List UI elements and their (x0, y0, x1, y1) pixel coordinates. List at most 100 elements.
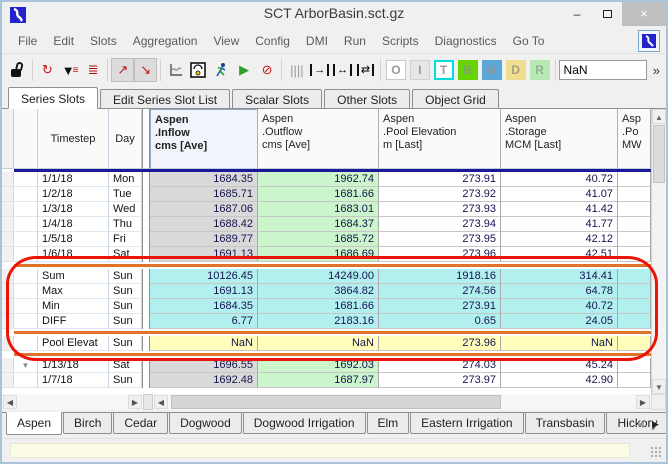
value-cell-inflow[interactable]: 1691.13 (150, 284, 258, 299)
timestep-cell[interactable]: Min (38, 299, 109, 314)
object-tab-cedar[interactable]: Cedar (113, 413, 168, 434)
menu-diagnostics[interactable]: Diagnostics (427, 30, 505, 52)
value-cell-pool[interactable]: 273.97 (379, 373, 501, 388)
day-cell[interactable]: Sun (109, 314, 142, 329)
value-cell-storage[interactable]: NaN (501, 336, 618, 351)
timestep-cell[interactable]: 1/4/18 (38, 217, 109, 232)
tab-edit-series-slot-list[interactable]: Edit Series Slot List (100, 89, 230, 108)
value-cell-outflow[interactable]: 1962.74 (258, 172, 379, 187)
day-cell[interactable]: Sun (109, 269, 142, 284)
object-tab-eastern-irrigation[interactable]: Eastern Irrigation (410, 413, 523, 434)
horizontal-scroll-thumb[interactable] (171, 395, 501, 409)
value-cell-outflow[interactable]: 1681.66 (258, 299, 379, 314)
timestep-cell[interactable]: Pool Elevat (38, 336, 109, 351)
flag-b-button[interactable]: B (458, 60, 478, 80)
value-cell-inflow[interactable]: 1684.35 (150, 172, 258, 187)
timestep-cell[interactable]: Max (38, 284, 109, 299)
value-cell-pool[interactable]: 1918.16 (379, 269, 501, 284)
value-cell-outflow[interactable]: 1684.37 (258, 217, 379, 232)
pane-splitter-handle[interactable] (143, 394, 153, 410)
column-header-storage[interactable]: Aspen.StorageMCM [Last] (501, 109, 618, 169)
value-cell-power[interactable] (618, 314, 651, 329)
column-header-inflow[interactable]: Aspen.Inflowcms [Ave] (150, 109, 258, 169)
value-cell-pool[interactable]: 273.95 (379, 232, 501, 247)
cycle-arrows-icon[interactable]: ↻ (36, 58, 59, 82)
menu-run[interactable]: Run (336, 30, 374, 52)
status-message-field[interactable] (10, 443, 630, 458)
value-cell-inflow[interactable]: NaN (150, 336, 258, 351)
value-cell-outflow[interactable]: 1681.66 (258, 187, 379, 202)
value-cell-power[interactable] (618, 187, 651, 202)
value-cell-outflow[interactable]: 1687.97 (258, 373, 379, 388)
day-cell[interactable]: Thu (109, 217, 142, 232)
value-cell-outflow[interactable]: 1685.72 (258, 232, 379, 247)
tab-other-slots[interactable]: Other Slots (324, 89, 410, 108)
stretch-columns-icon[interactable]: ⇄ (354, 58, 377, 82)
value-cell-storage[interactable]: 42.12 (501, 232, 618, 247)
titlebar[interactable]: SCT ArborBasin.sct.gz – × (2, 2, 666, 28)
value-cell-pool[interactable]: 273.94 (379, 217, 501, 232)
flag-r-button[interactable]: R (530, 60, 550, 80)
day-cell[interactable]: Sun (109, 284, 142, 299)
tabs-scroll-left-icon[interactable]: ◀ (633, 416, 648, 433)
value-cell-storage[interactable]: 40.72 (501, 172, 618, 187)
collapse-cell-icon[interactable]: ↘ (134, 58, 157, 82)
value-cell-power[interactable] (618, 299, 651, 314)
scroll-down-icon[interactable]: ▼ (652, 379, 666, 394)
object-tab-dogwood-irrigation[interactable]: Dogwood Irrigation (243, 413, 366, 434)
value-cell-power[interactable] (618, 269, 651, 284)
column-lines-icon[interactable]: |||| (285, 58, 308, 82)
value-cell-inflow[interactable]: 1688.42 (150, 217, 258, 232)
day-cell[interactable]: Wed (109, 202, 142, 217)
plot-icon[interactable] (164, 58, 187, 82)
value-cell-outflow[interactable]: 3864.82 (258, 284, 379, 299)
menu-edit[interactable]: Edit (45, 30, 82, 52)
value-cell-pool[interactable]: 273.92 (379, 187, 501, 202)
resize-grip[interactable] (650, 446, 661, 457)
value-cell-inflow[interactable]: 1687.06 (150, 202, 258, 217)
timestep-cell[interactable]: 1/5/18 (38, 232, 109, 247)
value-cell-pool[interactable]: 273.96 (379, 247, 501, 262)
value-cell-power[interactable] (618, 247, 651, 262)
vertical-scroll-thumb[interactable] (653, 125, 665, 183)
object-tab-transbasin[interactable]: Transbasin (525, 413, 606, 434)
value-cell-power[interactable] (618, 232, 651, 247)
value-cell-storage[interactable]: 45.24 (501, 358, 618, 373)
value-cell-power[interactable] (618, 373, 651, 388)
value-cell-power[interactable] (618, 217, 651, 232)
value-cell-inflow[interactable]: 1692.48 (150, 373, 258, 388)
day-cell[interactable]: Sat (109, 358, 142, 373)
day-cell[interactable]: Sun (109, 373, 142, 388)
timestep-cell[interactable]: 1/7/18 (38, 373, 109, 388)
scroll-right-icon[interactable]: ▶ (636, 395, 650, 409)
tab-object-grid[interactable]: Object Grid (412, 89, 499, 108)
value-cell-pool[interactable]: 273.91 (379, 299, 501, 314)
day-cell[interactable]: Fri (109, 232, 142, 247)
object-tab-birch[interactable]: Birch (63, 413, 112, 434)
expand-cell-icon[interactable]: ↗ (111, 58, 134, 82)
timestep-cell[interactable]: 1/1/18 (38, 172, 109, 187)
menu-dmi[interactable]: DMI (298, 30, 336, 52)
value-cell-outflow[interactable]: 2183.16 (258, 314, 379, 329)
lock-icon[interactable] (6, 58, 29, 82)
filter-rows-icon[interactable]: ▼≡ (59, 58, 82, 82)
value-cell-power[interactable] (618, 284, 651, 299)
value-cell-outflow[interactable]: 1683.01 (258, 202, 379, 217)
value-cell-power[interactable] (618, 358, 651, 373)
menu-scripts[interactable]: Scripts (374, 30, 427, 52)
menu-view[interactable]: View (205, 30, 247, 52)
value-cell-pool[interactable]: 273.93 (379, 202, 501, 217)
tab-scalar-slots[interactable]: Scalar Slots (232, 89, 322, 108)
value-cell-inflow[interactable]: 1691.13 (150, 247, 258, 262)
timestep-cell[interactable]: 1/3/18 (38, 202, 109, 217)
value-cell-storage[interactable]: 41.77 (501, 217, 618, 232)
row-list-icon[interactable]: ≣ (82, 58, 105, 82)
timestep-cell[interactable]: 1/2/18 (38, 187, 109, 202)
flag-o-button[interactable]: O (386, 60, 406, 80)
value-cell-outflow[interactable]: 1692.03 (258, 358, 379, 373)
running-man-icon[interactable] (210, 58, 233, 82)
value-cell-inflow[interactable]: 1685.71 (150, 187, 258, 202)
timestep-column-header[interactable]: Timestep (38, 109, 109, 169)
object-tab-aspen[interactable]: Aspen (6, 412, 62, 435)
column-header-power[interactable]: Asp.PoMW (618, 109, 651, 169)
